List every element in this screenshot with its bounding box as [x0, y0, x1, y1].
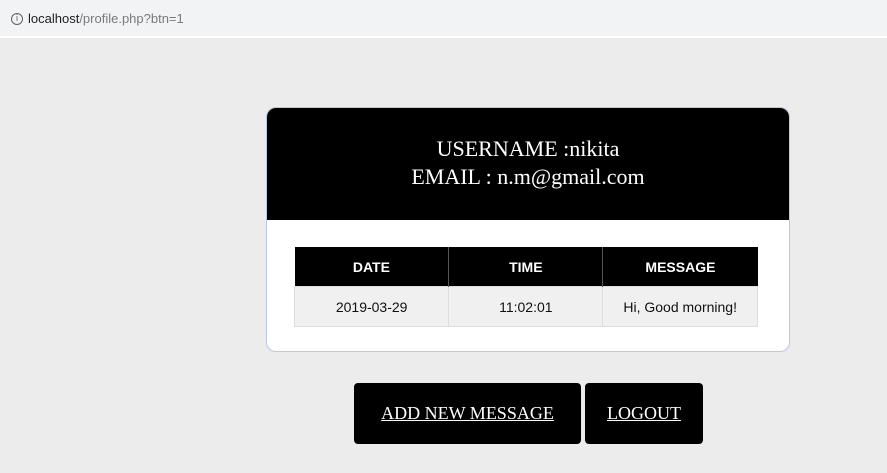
- column-header-date: DATE: [294, 247, 450, 287]
- url-path: /profile.php?btn=1: [79, 11, 184, 26]
- email-text: EMAIL : n.m@gmail.com: [411, 164, 645, 189]
- info-icon[interactable]: i: [11, 13, 23, 25]
- cell-date: 2019-03-29: [293, 286, 450, 327]
- username-text: USERNAME :nikita: [436, 136, 620, 161]
- profile-header: USERNAME :nikita EMAIL : n.m@gmail.com: [267, 108, 789, 220]
- address-bar[interactable]: i localhost/profile.php?btn=1: [0, 0, 887, 38]
- url-text[interactable]: localhost/profile.php?btn=1: [28, 11, 184, 27]
- profile-card: USERNAME :nikita EMAIL : n.m@gmail.com D…: [266, 107, 790, 352]
- table-header-row: DATE TIME MESSAGE: [294, 247, 758, 287]
- url-host: localhost: [28, 11, 80, 26]
- messages-table: DATE TIME MESSAGE 2019-03-29 11:02:01 Hi…: [293, 247, 758, 327]
- logout-button[interactable]: LOGOUT: [585, 383, 703, 444]
- cell-message: Hi, Good morning!: [602, 286, 758, 327]
- table-row: 2019-03-29 11:02:01 Hi, Good morning!: [293, 286, 758, 327]
- column-header-time: TIME: [448, 247, 604, 287]
- add-new-message-button[interactable]: ADD NEW MESSAGE: [354, 383, 581, 444]
- cell-time: 11:02:01: [448, 286, 604, 327]
- column-header-message: MESSAGE: [602, 247, 758, 287]
